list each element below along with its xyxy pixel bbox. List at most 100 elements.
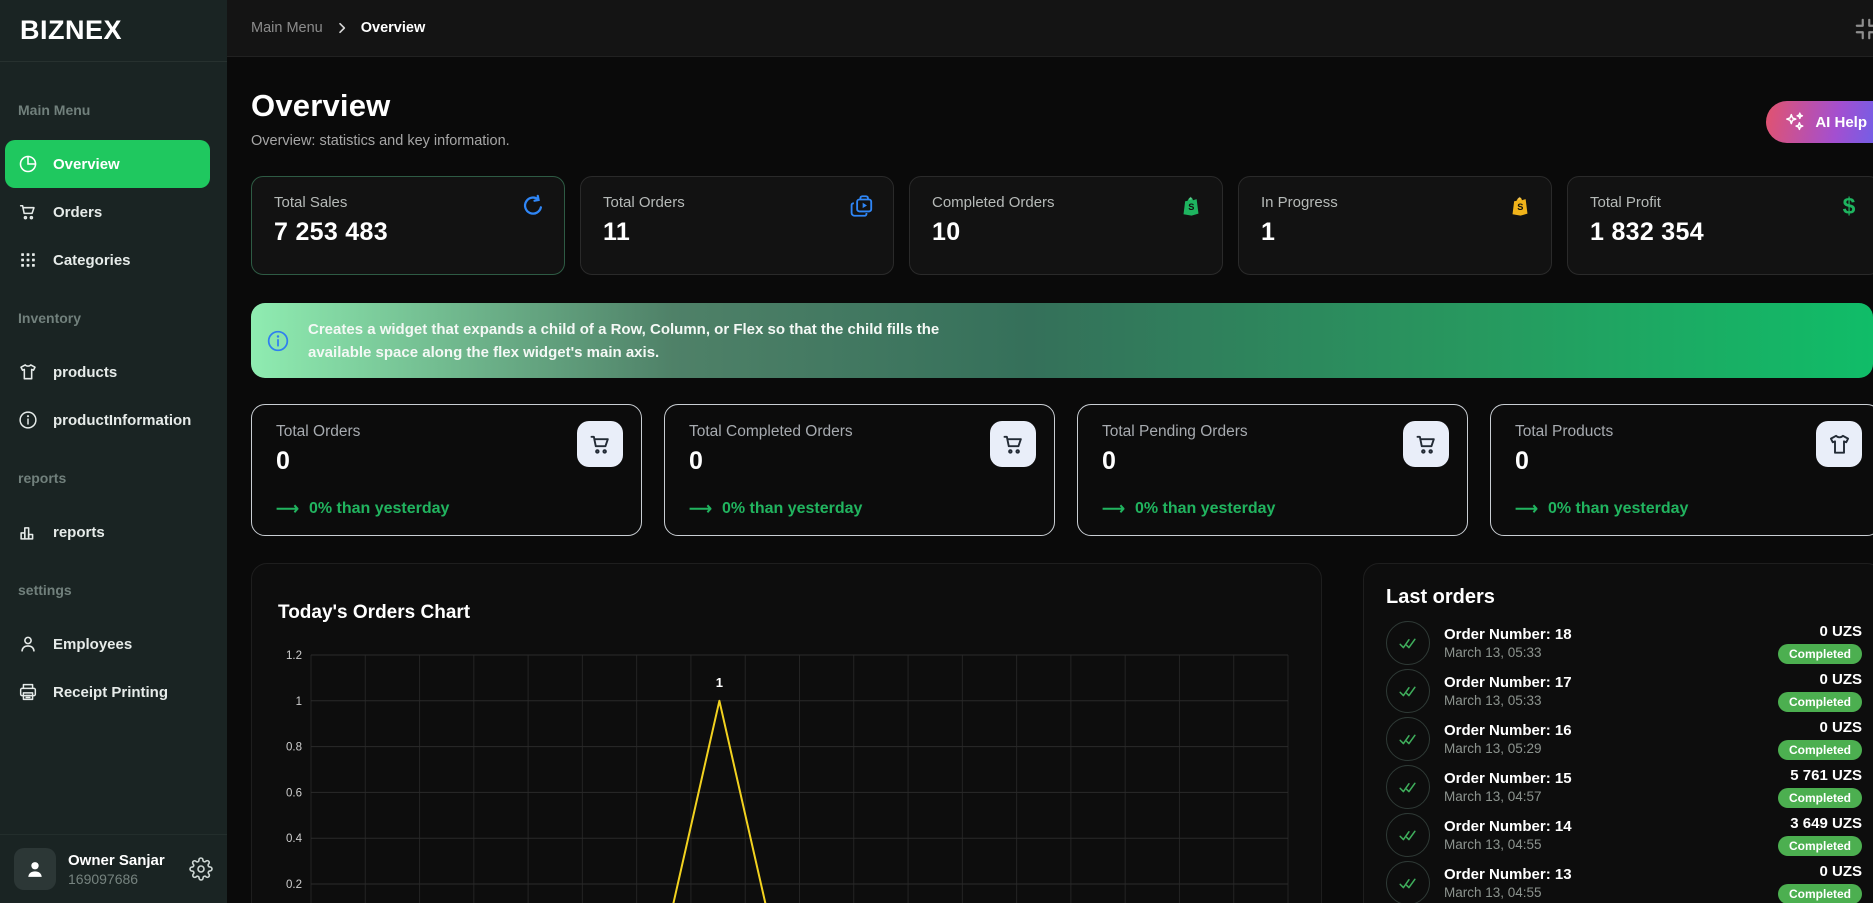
sidebar-item-icon [17, 201, 39, 223]
order-number: Order Number: 18 [1444, 626, 1572, 643]
sparkles-icon [1782, 110, 1806, 134]
order-number: Order Number: 17 [1444, 674, 1572, 691]
daily-change-label: 0% than yesterday [1135, 500, 1276, 518]
daily-stat-value: 0 [276, 447, 617, 476]
page-content: Overview Overview: statistics and key in… [227, 57, 1873, 903]
stat-icon [520, 193, 546, 219]
sidebar-item-icon [17, 153, 39, 175]
daily-change: ⟶ 0% than yesterday [276, 499, 449, 519]
sidebar-item-icon [17, 409, 39, 431]
nav-section-label: Inventory [18, 310, 209, 326]
orders-chart-card: Today's Orders Chart 1.210.80.60.40.21 [251, 563, 1322, 903]
daily-change-label: 0% than yesterday [1548, 500, 1689, 518]
sidebar-item-label: Employees [53, 636, 132, 653]
svg-text:0.8: 0.8 [286, 742, 302, 754]
sidebar-item[interactable]: products [5, 348, 210, 396]
daily-stat-card: Total Orders 0 ⟶ 0% than yesterday [251, 404, 642, 536]
nav-section-label: settings [18, 582, 209, 598]
ai-help-button[interactable]: AI Help [1766, 101, 1873, 143]
order-amount: 0 UZS [1778, 719, 1862, 736]
bottom-row: Today's Orders Chart 1.210.80.60.40.21 L… [251, 563, 1873, 903]
sidebar-item-label: Receipt Printing [53, 684, 168, 701]
svg-text:0.2: 0.2 [286, 879, 302, 891]
order-row[interactable]: Order Number: 14 March 13, 04:55 3 649 U… [1386, 811, 1862, 859]
user-card[interactable]: Owner Sanjar 169097686 [0, 834, 227, 903]
stat-label: In Progress [1261, 194, 1529, 211]
orders-line-chart: 1.210.80.60.40.21 [272, 655, 1292, 903]
stat-card: Total Profit 1 832 354 $ [1567, 176, 1873, 275]
breadcrumb: Main Menu Overview [227, 0, 1873, 57]
double-check-icon [1386, 669, 1430, 713]
nav-section-label: Main Menu [18, 102, 209, 118]
stat-label: Completed Orders [932, 194, 1200, 211]
compress-icon[interactable] [1853, 16, 1873, 42]
sidebar-item[interactable]: Employees [5, 620, 210, 668]
breadcrumb-parent[interactable]: Main Menu [251, 20, 323, 36]
order-row[interactable]: Order Number: 18 March 13, 05:33 0 UZS C… [1386, 619, 1862, 667]
stat-card: Total Sales 7 253 483 [251, 176, 565, 275]
sidebar-item[interactable]: Overview [5, 140, 210, 188]
stat-icon: $ [1836, 193, 1862, 219]
sidebar-item[interactable]: Categories [5, 236, 210, 284]
user-id: 169097686 [68, 871, 165, 887]
order-number: Order Number: 16 [1444, 722, 1572, 739]
ai-help-label: AI Help [1815, 114, 1867, 131]
gear-icon[interactable] [189, 857, 213, 881]
chart-title: Today's Orders Chart [278, 602, 470, 624]
svg-text:S: S [1188, 202, 1194, 212]
stat-icon [849, 193, 875, 219]
nav-group-main-menu: Overview Orders Categories [0, 140, 227, 284]
trend-arrow-icon: ⟶ [1102, 499, 1125, 519]
order-date: March 13, 04:55 [1444, 837, 1572, 852]
stat-label: Total Sales [274, 194, 542, 211]
info-icon [265, 328, 291, 354]
daily-stat-label: Total Products [1515, 423, 1856, 441]
daily-change-label: 0% than yesterday [309, 500, 450, 518]
stat-icon: S [1507, 193, 1533, 219]
daily-stat-icon [1816, 421, 1862, 467]
order-date: March 13, 05:33 [1444, 645, 1572, 660]
sidebar-item-label: Overview [53, 156, 120, 173]
sidebar: BIZNEX Main Menu Overview Orders Categor… [0, 0, 227, 903]
order-row[interactable]: Order Number: 16 March 13, 05:29 0 UZS C… [1386, 715, 1862, 763]
daily-stat-card: Total Products 0 ⟶ 0% than yesterday [1490, 404, 1873, 536]
daily-stat-label: Total Pending Orders [1102, 423, 1443, 441]
order-date: March 13, 05:33 [1444, 693, 1572, 708]
daily-change: ⟶ 0% than yesterday [689, 499, 862, 519]
page-title: Overview [251, 88, 1873, 124]
daily-change: ⟶ 0% than yesterday [1515, 499, 1688, 519]
sidebar-item[interactable]: Receipt Printing [5, 668, 210, 716]
order-amount: 0 UZS [1778, 671, 1862, 688]
svg-text:1.2: 1.2 [286, 650, 302, 662]
trend-arrow-icon: ⟶ [276, 499, 299, 519]
stat-card: In Progress 1 S [1238, 176, 1552, 275]
order-number: Order Number: 14 [1444, 818, 1572, 835]
daily-stat-icon [1403, 421, 1449, 467]
order-row[interactable]: Order Number: 17 March 13, 05:33 0 UZS C… [1386, 667, 1862, 715]
svg-text:1: 1 [296, 696, 302, 708]
stat-label: Total Profit [1590, 194, 1858, 211]
order-date: March 13, 05:29 [1444, 741, 1572, 756]
order-status-badge: Completed [1778, 836, 1862, 856]
sidebar-item[interactable]: reports [5, 508, 210, 556]
order-row[interactable]: Order Number: 13 March 13, 04:55 0 UZS C… [1386, 859, 1862, 903]
stat-value: 7 253 483 [274, 218, 542, 247]
sidebar-item-label: reports [53, 524, 105, 541]
nav-group-settings: Employees Receipt Printing [0, 620, 227, 716]
order-status-badge: Completed [1778, 884, 1862, 903]
sidebar-item[interactable]: productInformation [5, 396, 210, 444]
trend-arrow-icon: ⟶ [689, 499, 712, 519]
chevron-right-icon [334, 20, 350, 36]
main-area: Main Menu Overview Overview Overview: st… [227, 0, 1873, 903]
user-name: Owner Sanjar [68, 852, 165, 869]
last-orders-list: Order Number: 18 March 13, 05:33 0 UZS C… [1386, 619, 1862, 903]
svg-text:1: 1 [716, 675, 723, 690]
sidebar-item[interactable]: Orders [5, 188, 210, 236]
order-status-badge: Completed [1778, 692, 1862, 712]
double-check-icon [1386, 861, 1430, 903]
info-banner: Creates a widget that expands a child of… [251, 303, 1873, 378]
sidebar-nav: Main Menu Overview Orders Categories Inv [0, 62, 227, 716]
order-row[interactable]: Order Number: 15 March 13, 04:57 5 761 U… [1386, 763, 1862, 811]
order-number: Order Number: 13 [1444, 866, 1572, 883]
order-status-badge: Completed [1778, 644, 1862, 664]
